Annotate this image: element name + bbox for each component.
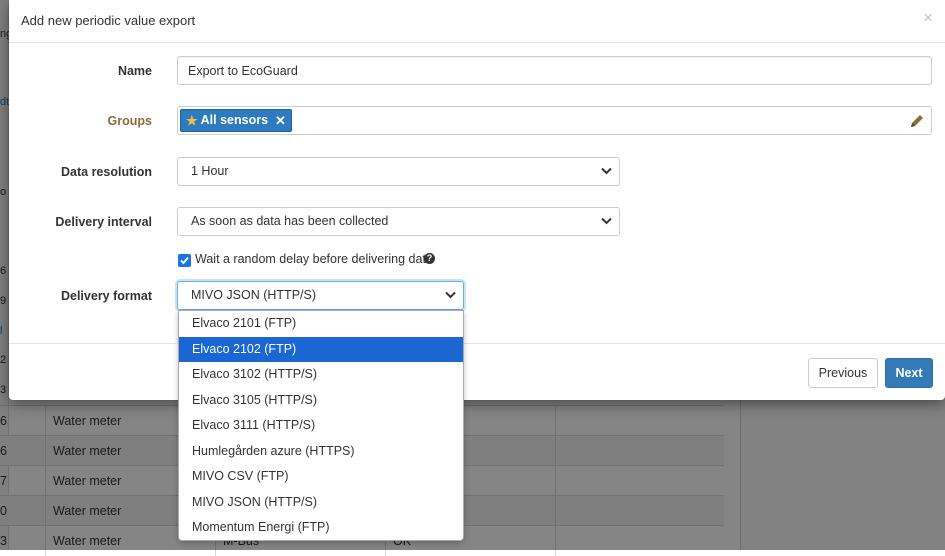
modal-title: Add new periodic value export <box>21 13 196 28</box>
data-resolution-value: 1 Hour <box>191 164 229 178</box>
remove-tag-icon[interactable]: ✕ <box>275 110 286 131</box>
random-delay-checkbox[interactable] <box>178 254 191 267</box>
pencil-icon[interactable] <box>909 113 925 129</box>
dropdown-option[interactable]: Momentum Energi (FTP) <box>179 515 463 540</box>
data-resolution-select[interactable]: 1 Hour <box>177 157 620 186</box>
name-label: Name <box>117 64 152 78</box>
delivery-format-value: MIVO JSON (HTTP/S) <box>191 288 316 302</box>
random-delay-label[interactable]: Wait a random delay before delivering da… <box>195 252 433 266</box>
dropdown-option[interactable]: MIVO CSV (FTP) <box>179 464 463 490</box>
dropdown-option[interactable]: Humlegården azure (HTTPS) <box>179 439 463 465</box>
groups-input[interactable]: ★ All sensors ✕ <box>177 106 932 135</box>
delivery-format-label: Delivery format <box>60 289 152 303</box>
groups-label: Groups <box>107 114 152 128</box>
checkmark-icon <box>180 256 189 265</box>
chevron-down-icon <box>601 167 612 175</box>
star-icon: ★ <box>186 113 198 128</box>
group-tag-label: All sensors <box>200 113 269 127</box>
add-export-modal: Add new periodic value export × Name Gro… <box>9 0 945 400</box>
close-icon[interactable]: × <box>923 9 933 26</box>
next-button[interactable]: Next <box>885 358 933 388</box>
delivery-interval-select[interactable]: As soon as data has been collected <box>177 207 620 236</box>
dropdown-option[interactable]: Elvaco 3111 (HTTP/S) <box>179 413 463 439</box>
chevron-down-icon <box>445 291 456 299</box>
delivery-interval-label: Delivery interval <box>55 215 152 229</box>
dropdown-option[interactable]: Elvaco 2101 (FTP) <box>179 311 463 337</box>
dropdown-option-highlighted[interactable]: Elvaco 2102 (FTP) <box>179 336 463 362</box>
previous-button[interactable]: Previous <box>808 358 878 388</box>
delivery-format-options: Elvaco 2101 (FTP) Elvaco 2102 (FTP) Elva… <box>178 310 464 541</box>
dropdown-option[interactable]: MIVO JSON (HTTP/S) <box>179 490 463 516</box>
modal-header: Add new periodic value export × <box>9 0 945 43</box>
group-tag-all-sensors: ★ All sensors ✕ <box>180 109 292 132</box>
modal-footer: Previous Next <box>9 343 945 400</box>
delivery-format-select[interactable]: MIVO JSON (HTTP/S) <box>177 281 464 310</box>
name-input[interactable] <box>177 56 932 85</box>
dropdown-option[interactable]: Elvaco 3105 (HTTP/S) <box>179 388 463 414</box>
delivery-interval-value: As soon as data has been collected <box>191 214 389 228</box>
data-resolution-label: Data resolution <box>61 165 152 179</box>
dropdown-option[interactable]: Elvaco 3102 (HTTP/S) <box>179 362 463 388</box>
help-icon[interactable]: ? <box>424 253 435 264</box>
chevron-down-icon <box>601 217 612 225</box>
